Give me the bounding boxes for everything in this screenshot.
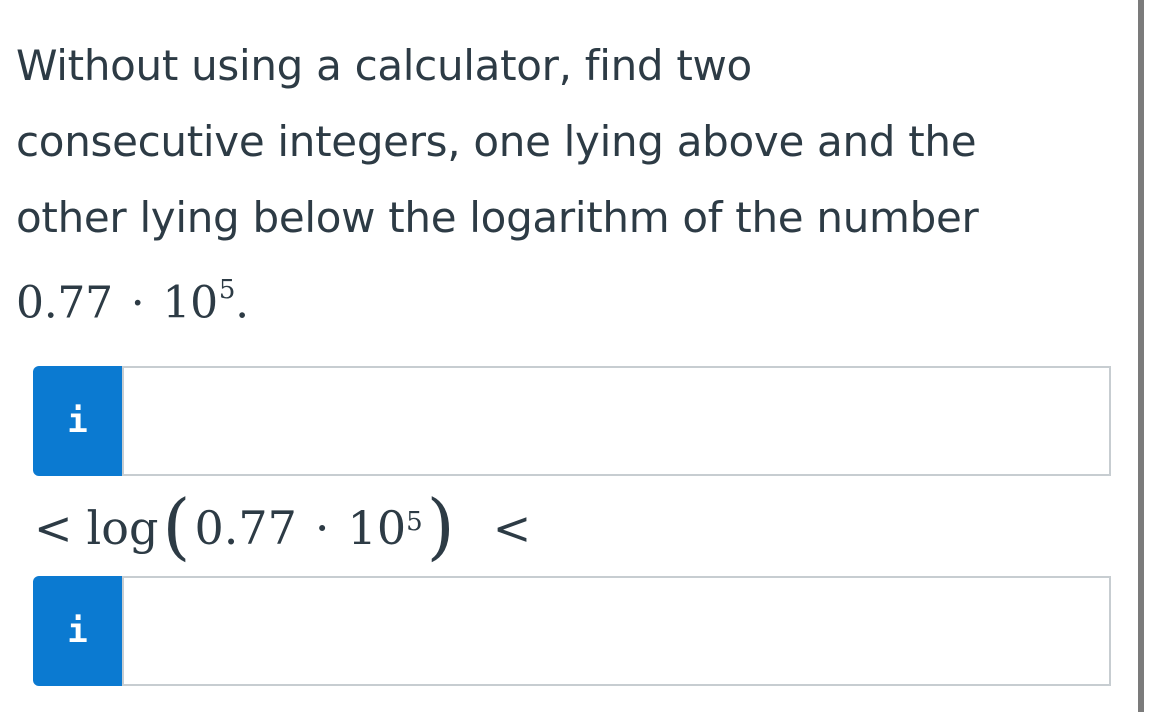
multiplication-dot: · xyxy=(130,277,145,329)
less-than-left: < xyxy=(34,501,73,555)
number-mantissa: 0.77 xyxy=(16,277,113,329)
info-icon: i xyxy=(67,401,88,441)
question-line-2: consecutive integers, one lying above an… xyxy=(16,117,977,166)
question-number-expression: 0.77 · 105. xyxy=(16,256,1116,342)
scrollbar-track[interactable] xyxy=(1138,0,1152,712)
number-base: 10 xyxy=(162,277,218,329)
upper-bound-input[interactable] xyxy=(122,576,1111,686)
number-exponent: 5 xyxy=(218,275,236,305)
lower-bound-answer-row: i xyxy=(33,366,1111,476)
open-paren: ( xyxy=(162,484,191,568)
log-arg-dot: · xyxy=(314,501,330,555)
info-icon: i xyxy=(67,611,88,651)
inequality-expression: < log ( 0.77 · 10 5 ) < xyxy=(34,488,531,568)
scrollbar-thumb[interactable] xyxy=(1138,0,1144,712)
log-arg-exponent: 5 xyxy=(406,507,423,537)
lower-bound-input[interactable] xyxy=(122,366,1111,476)
question-line-1: Without using a calculator, find two xyxy=(16,41,752,90)
sentence-period: . xyxy=(235,277,249,329)
log-function: log xyxy=(86,501,159,555)
upper-bound-answer-row: i xyxy=(33,576,1111,686)
log-arg-mantissa: 0.77 xyxy=(194,501,297,555)
close-paren: ) xyxy=(426,484,455,568)
info-button-lower[interactable]: i xyxy=(33,366,122,476)
log-arg-base: 10 xyxy=(347,501,407,555)
less-than-right: < xyxy=(492,501,532,555)
info-button-upper[interactable]: i xyxy=(33,576,122,686)
question-line-3: other lying below the logarithm of the n… xyxy=(16,193,979,242)
question-text: Without using a calculator, find two con… xyxy=(16,28,1116,342)
